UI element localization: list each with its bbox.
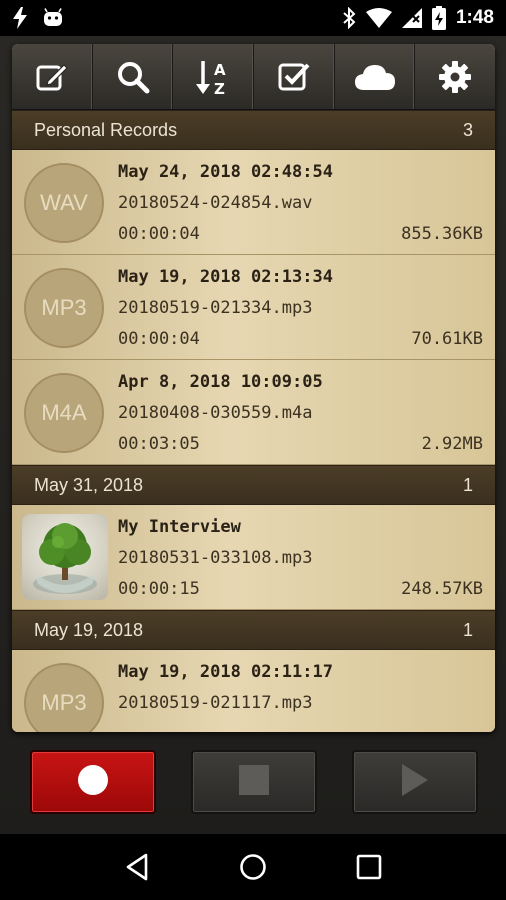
select-button[interactable] bbox=[254, 44, 335, 109]
search-button[interactable] bbox=[93, 44, 174, 109]
format-badge: MP3 bbox=[24, 268, 104, 348]
settings-icon bbox=[437, 59, 473, 95]
records-panel: AZ Personal Records 3 WAV May 24, 2018 0… bbox=[12, 44, 495, 732]
svg-text:Z: Z bbox=[214, 80, 225, 97]
cloud-button[interactable] bbox=[335, 44, 416, 109]
record-size: 2.92MB bbox=[421, 434, 483, 454]
svg-text:A: A bbox=[214, 61, 226, 79]
record-title: May 19, 2018 02:13:34 bbox=[118, 267, 333, 287]
record-duration: 00:00:15 bbox=[118, 579, 200, 599]
section-title: Personal Records bbox=[34, 119, 178, 140]
section-count: 1 bbox=[462, 474, 473, 495]
sort-az-icon: AZ bbox=[195, 57, 231, 97]
record-row[interactable]: MP3 May 19, 2018 02:13:34 20180519-02133… bbox=[12, 255, 495, 360]
section-title: May 19, 2018 bbox=[34, 619, 144, 640]
edit-button[interactable] bbox=[12, 44, 93, 109]
section-count: 1 bbox=[462, 619, 473, 640]
record-size: 248.57KB bbox=[401, 579, 483, 599]
record-filename: 20180408-030559.m4a bbox=[118, 403, 313, 423]
record-duration: 00:00:04 bbox=[118, 224, 200, 244]
format-badge: M4A bbox=[24, 373, 104, 453]
record-row[interactable]: WAV May 24, 2018 02:48:54 20180524-02485… bbox=[12, 150, 495, 255]
format-badge: WAV bbox=[24, 163, 104, 243]
section-header[interactable]: Personal Records 3 bbox=[12, 110, 495, 150]
sort-button[interactable]: AZ bbox=[173, 44, 255, 109]
record-title: My Interview bbox=[118, 517, 241, 537]
playback-controls bbox=[0, 746, 506, 816]
stop-button[interactable] bbox=[191, 750, 317, 814]
status-bar: 1:48 bbox=[0, 0, 506, 36]
record-row[interactable]: MP3 May 19, 2018 02:11:17 20180519-02111… bbox=[12, 650, 495, 732]
record-duration: 00:00:04 bbox=[118, 329, 200, 349]
search-icon bbox=[115, 59, 151, 95]
record-size: 855.36KB bbox=[401, 224, 483, 244]
home-button[interactable] bbox=[239, 853, 267, 881]
record-filename: 20180519-021117.mp3 bbox=[118, 693, 313, 713]
wifi-icon bbox=[365, 8, 392, 28]
signal-icon bbox=[401, 8, 422, 28]
record-button[interactable] bbox=[30, 750, 156, 814]
record-row[interactable]: M4A Apr 8, 2018 10:09:05 20180408-030559… bbox=[12, 360, 495, 465]
battery-icon bbox=[431, 6, 446, 30]
flash-icon bbox=[12, 7, 28, 29]
status-time: 1:48 bbox=[455, 7, 494, 28]
settings-button[interactable] bbox=[415, 44, 495, 109]
record-title: Apr 8, 2018 10:09:05 bbox=[118, 372, 323, 392]
play-icon bbox=[400, 764, 430, 800]
section-header[interactable]: May 31, 2018 1 bbox=[12, 465, 495, 505]
record-filename: 20180524-024854.wav bbox=[118, 193, 313, 213]
cloud-icon bbox=[354, 62, 396, 92]
navigation-bar bbox=[0, 834, 506, 900]
section-count: 3 bbox=[462, 119, 473, 140]
back-button[interactable] bbox=[124, 853, 150, 881]
record-title: May 24, 2018 02:48:54 bbox=[118, 162, 333, 182]
record-filename: 20180519-021334.mp3 bbox=[118, 298, 313, 318]
record-size: 70.61KB bbox=[411, 329, 483, 349]
bluetooth-icon bbox=[342, 7, 356, 29]
play-button[interactable] bbox=[352, 750, 478, 814]
record-filename: 20180531-033108.mp3 bbox=[118, 548, 313, 568]
tree-in-glass-image bbox=[22, 514, 108, 600]
toolbar: AZ bbox=[12, 44, 495, 110]
android-icon bbox=[42, 8, 64, 28]
records-list[interactable]: Personal Records 3 WAV May 24, 2018 02:4… bbox=[12, 110, 495, 732]
record-title: May 19, 2018 02:11:17 bbox=[118, 662, 333, 682]
record-row[interactable]: My Interview 20180531-033108.mp3 00:00:1… bbox=[12, 505, 495, 610]
edit-icon bbox=[34, 59, 70, 95]
stop-icon bbox=[239, 765, 269, 799]
format-badge: MP3 bbox=[24, 663, 104, 732]
record-duration: 00:03:05 bbox=[118, 434, 200, 454]
section-title: May 31, 2018 bbox=[34, 474, 144, 495]
section-header[interactable]: May 19, 2018 1 bbox=[12, 610, 495, 650]
record-icon bbox=[76, 763, 110, 801]
checkbox-icon bbox=[276, 59, 312, 95]
recents-button[interactable] bbox=[356, 854, 382, 880]
